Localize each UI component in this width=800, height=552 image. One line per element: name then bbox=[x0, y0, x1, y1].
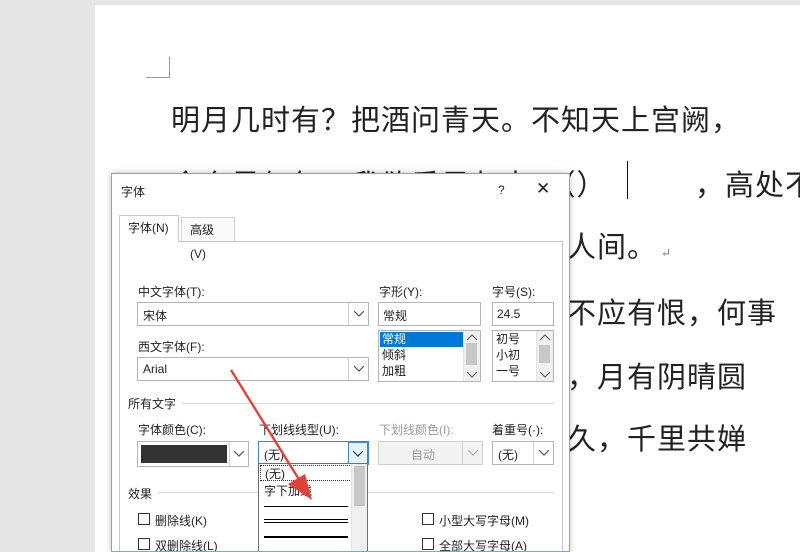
scrollbar[interactable] bbox=[463, 331, 480, 381]
font-size-value: 24.5 bbox=[497, 307, 521, 321]
western-font-select[interactable]: Arial bbox=[137, 357, 369, 381]
font-style-value: 常规 bbox=[383, 309, 408, 323]
chevron-down-icon[interactable] bbox=[229, 442, 248, 466]
document-line-6: 久，千里共婵 bbox=[567, 422, 748, 456]
font-color-label: 字体颜色(C): bbox=[138, 423, 206, 437]
all-text-section-label: 所有文字 bbox=[128, 397, 177, 411]
margin-corner-mark bbox=[146, 57, 170, 78]
text-cursor bbox=[627, 161, 628, 199]
underline-option-double-line-b[interactable] bbox=[264, 522, 348, 523]
tab-font[interactable]: 字体(N) bbox=[119, 215, 179, 242]
font-dialog: 字体 ? ✕ 字体(N) 高级(V) 中文字体(T): 宋体 西文字体(F): … bbox=[111, 173, 570, 552]
list-item[interactable]: 初号 bbox=[494, 332, 520, 347]
list-item[interactable]: 一号 bbox=[494, 364, 520, 379]
strikethrough-label[interactable]: 删除线(K) bbox=[155, 512, 207, 529]
list-item[interactable]: 加粗 bbox=[380, 364, 406, 379]
tab-advanced[interactable]: 高级(V) bbox=[181, 217, 235, 261]
document-line-3: 人间。 ↵ bbox=[567, 224, 672, 266]
scrollbar-thumb[interactable] bbox=[539, 345, 550, 363]
chevron-down-icon[interactable] bbox=[348, 358, 368, 380]
list-item[interactable]: 常规 bbox=[380, 332, 465, 347]
chevron-down-icon[interactable] bbox=[533, 442, 553, 464]
chinese-font-label: 中文字体(T): bbox=[138, 285, 205, 299]
underline-option-word[interactable]: 字下加线 bbox=[260, 483, 356, 499]
underline-style-value: (无) bbox=[264, 448, 284, 462]
paragraph-mark-icon: ↵ bbox=[661, 246, 673, 260]
scrollbar[interactable] bbox=[536, 331, 553, 381]
font-color-select[interactable] bbox=[137, 441, 249, 467]
underline-option-thick-line[interactable] bbox=[264, 536, 348, 538]
all-caps-checkbox[interactable] bbox=[422, 538, 434, 550]
scrollbar-thumb[interactable] bbox=[466, 343, 477, 365]
western-font-value: Arial bbox=[143, 362, 168, 376]
scrollbar[interactable] bbox=[351, 464, 367, 551]
emphasis-mark-value: (无) bbox=[498, 448, 518, 462]
font-size-label: 字号(S): bbox=[492, 285, 536, 299]
effects-section-label: 效果 bbox=[128, 487, 153, 501]
underline-option-single-line[interactable] bbox=[264, 506, 348, 507]
all-caps-label[interactable]: 全部大写字母(A) bbox=[439, 537, 527, 551]
close-button[interactable]: ✕ bbox=[536, 179, 550, 199]
chinese-font-value: 宋体 bbox=[143, 309, 168, 323]
chevron-up-icon[interactable] bbox=[467, 334, 477, 340]
double-strikethrough-label[interactable]: 双删除线(L) bbox=[155, 537, 218, 551]
scrollbar-thumb[interactable] bbox=[354, 466, 365, 506]
font-style-label: 字形(Y): bbox=[379, 285, 423, 299]
font-size-input[interactable]: 24.5 bbox=[492, 302, 554, 326]
document-line-4: 不应有恨，何事 bbox=[567, 296, 778, 330]
document-line-5: ，月有阴晴圆 bbox=[567, 360, 748, 394]
underline-style-select[interactable]: (无) bbox=[258, 441, 369, 466]
underline-style-label: 下划线线型(U): bbox=[259, 423, 339, 437]
section-divider bbox=[182, 403, 554, 404]
underline-option-double-line-a[interactable] bbox=[264, 519, 348, 520]
small-caps-checkbox[interactable] bbox=[422, 513, 434, 525]
document-line-1: 明月几时有？把酒问青天。不知天上宫阙， bbox=[171, 103, 742, 137]
dialog-title: 字体 bbox=[121, 185, 146, 199]
small-caps-label[interactable]: 小型大写字母(M) bbox=[439, 512, 529, 529]
font-color-swatch bbox=[141, 445, 227, 463]
underline-style-dropdown[interactable]: (无) 字下加线 bbox=[258, 463, 368, 551]
document-line-3-text: 人间。 bbox=[567, 230, 658, 264]
list-item[interactable]: 倾斜 bbox=[380, 348, 406, 363]
emphasis-mark-select[interactable]: (无) bbox=[492, 441, 554, 465]
underline-color-value: 自动 bbox=[411, 448, 436, 462]
double-strikethrough-checkbox[interactable] bbox=[138, 538, 150, 550]
strikethrough-checkbox[interactable] bbox=[138, 513, 150, 525]
chevron-down-icon[interactable] bbox=[467, 372, 477, 378]
emphasis-mark-label: 着重号(·): bbox=[492, 423, 544, 437]
document-line-2-end: ，高处不 bbox=[695, 168, 800, 202]
chevron-down-icon[interactable] bbox=[540, 372, 550, 378]
underline-color-select[interactable]: 自动 bbox=[378, 441, 483, 465]
chevron-down-icon[interactable] bbox=[462, 442, 482, 464]
chinese-font-select[interactable]: 宋体 bbox=[137, 302, 369, 326]
chevron-down-icon[interactable] bbox=[348, 303, 368, 325]
font-style-input[interactable]: 常规 bbox=[378, 302, 481, 326]
help-button[interactable]: ? bbox=[498, 183, 505, 197]
font-size-list[interactable]: 初号 小初 一号 bbox=[492, 330, 554, 382]
underline-color-label: 下划线颜色(I): bbox=[379, 423, 454, 437]
list-item[interactable]: 小初 bbox=[494, 348, 520, 363]
chevron-up-icon[interactable] bbox=[540, 334, 550, 340]
font-style-list[interactable]: 常规 倾斜 加粗 bbox=[378, 330, 481, 382]
underline-option-none[interactable]: (无) bbox=[260, 465, 352, 481]
western-font-label: 西文字体(F): bbox=[138, 340, 205, 354]
